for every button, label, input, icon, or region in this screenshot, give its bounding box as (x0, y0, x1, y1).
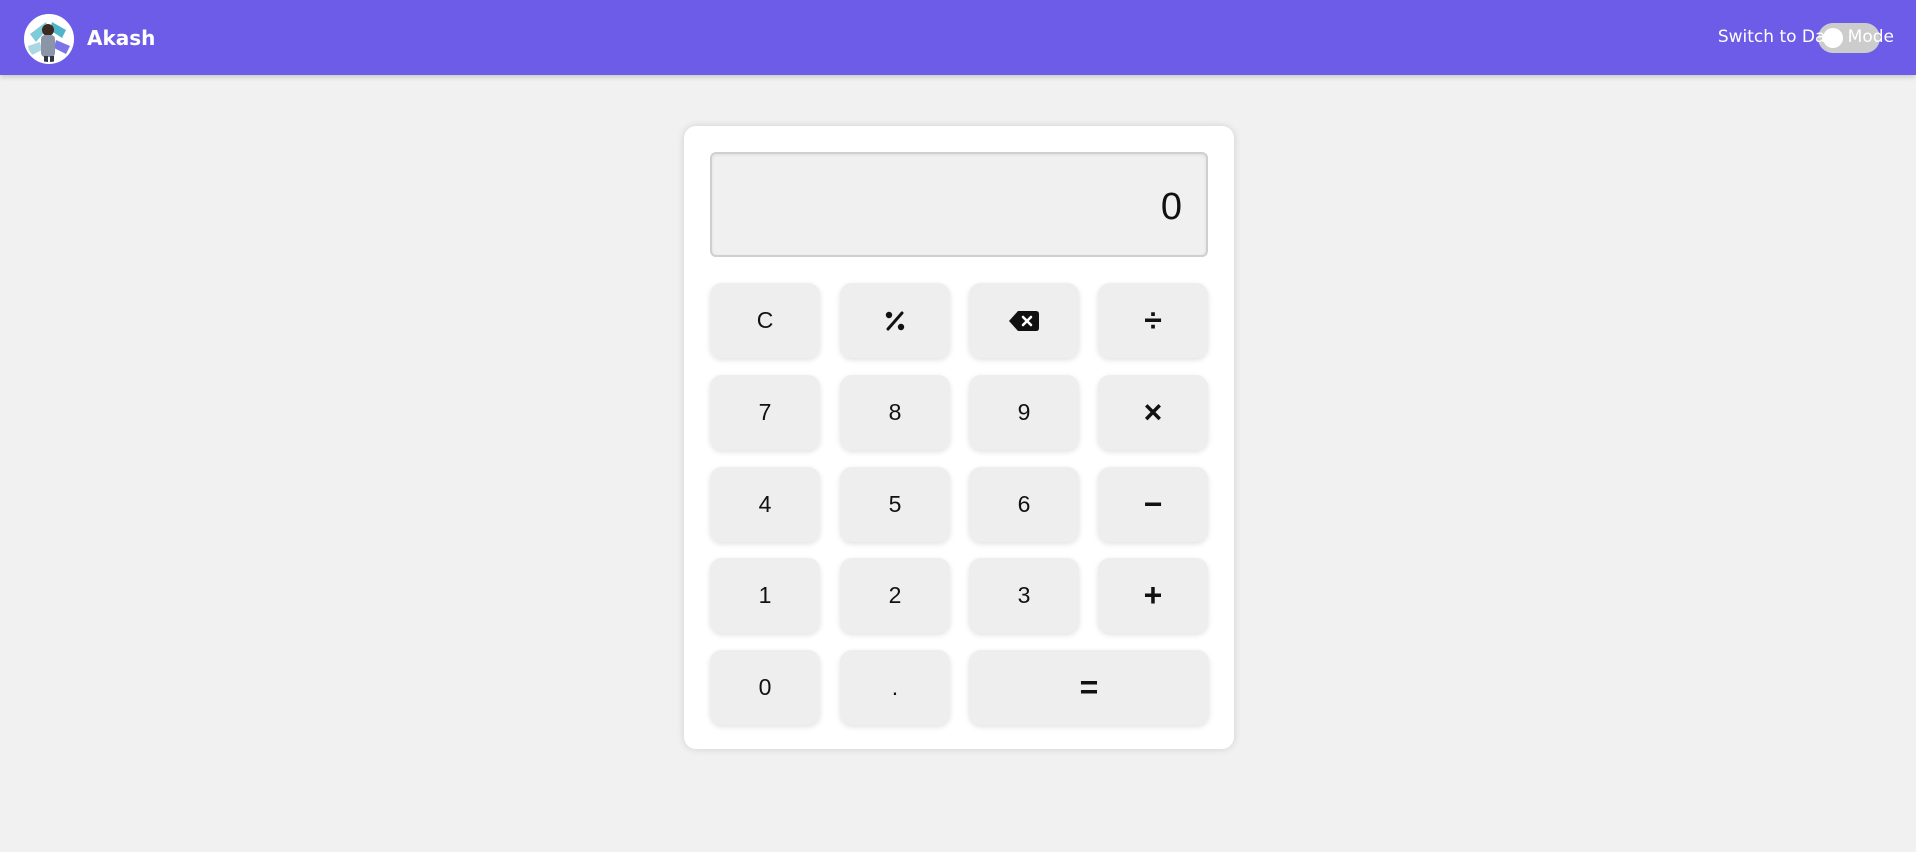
calculator: 0 C ÷ 7 8 9 × 4 5 6 − 1 2 3 + 0 . = (684, 126, 1234, 749)
decimal-button[interactable]: . (840, 650, 950, 725)
minus-button[interactable]: − (1098, 467, 1208, 542)
avatar (24, 14, 74, 64)
multiply-icon: × (1143, 394, 1163, 430)
calculator-display: 0 (710, 152, 1208, 257)
profile-photo (26, 16, 72, 62)
digit-5-button[interactable]: 5 (840, 467, 950, 542)
dark-mode-label: Switch to Dark Mode (1717, 27, 1894, 47)
backspace-icon (1009, 310, 1039, 331)
percent-button[interactable] (840, 283, 950, 358)
backspace-button[interactable] (969, 283, 1079, 358)
digit-6-button[interactable]: 6 (969, 467, 1079, 542)
multiply-button[interactable]: × (1098, 375, 1208, 450)
display-value: 0 (1160, 186, 1182, 228)
plus-icon: + (1143, 577, 1163, 613)
percent-icon (885, 311, 905, 330)
minus-icon: − (1143, 486, 1163, 522)
brand-name: Akash (87, 26, 156, 50)
equals-icon: = (1079, 669, 1099, 705)
divide-icon: ÷ (1144, 302, 1162, 338)
digit-2-button[interactable]: 2 (840, 558, 950, 633)
digit-7-button[interactable]: 7 (710, 375, 820, 450)
digit-8-button[interactable]: 8 (840, 375, 950, 450)
digit-1-button[interactable]: 1 (710, 558, 820, 633)
equals-button[interactable]: = (969, 650, 1209, 725)
plus-button[interactable]: + (1098, 558, 1208, 633)
digit-0-button[interactable]: 0 (710, 650, 820, 725)
navbar: Akash Switch to Dark Mode (0, 0, 1916, 75)
digit-4-button[interactable]: 4 (710, 467, 820, 542)
digit-3-button[interactable]: 3 (969, 558, 1079, 633)
clear-button[interactable]: C (710, 283, 820, 358)
divide-button[interactable]: ÷ (1098, 283, 1208, 358)
digit-9-button[interactable]: 9 (969, 375, 1079, 450)
